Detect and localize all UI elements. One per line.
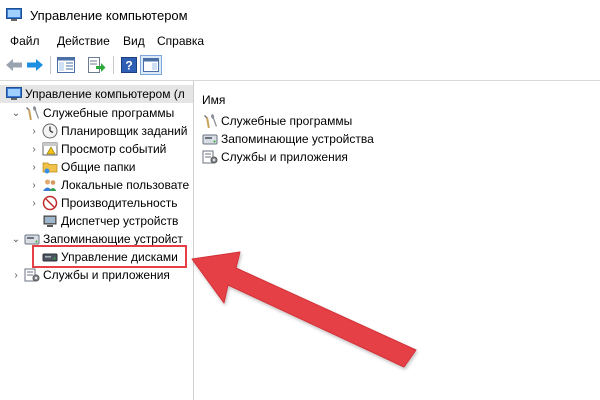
- tree-root[interactable]: Управление компьютером (л: [0, 85, 193, 103]
- svg-text:?: ?: [125, 59, 132, 73]
- help-icon: ?: [121, 57, 137, 73]
- computer-management-icon: [6, 86, 22, 102]
- storage-icon: [202, 131, 218, 147]
- device-manager-icon: [42, 213, 58, 229]
- list-item-label: Запоминающие устройства: [221, 132, 374, 146]
- chevron-right-icon[interactable]: ›: [10, 270, 22, 281]
- toolbar: ?: [0, 51, 600, 81]
- tree-item-label: Служебные программы: [43, 106, 175, 120]
- chevron-right-icon[interactable]: ›: [28, 144, 40, 155]
- toolbar-separator: [113, 56, 114, 74]
- forward-arrow-icon: [27, 59, 43, 71]
- tree-item-services[interactable]: › Службы и приложения: [10, 266, 170, 284]
- computer-management-icon: [6, 8, 22, 21]
- tree-item-shared-folders[interactable]: › Общие папки: [28, 158, 135, 176]
- tree-item-label: Общие папки: [61, 160, 136, 174]
- content-pane: Имя Служебные программы Запоминающие уст…: [194, 81, 600, 400]
- tree-item-label: Производительность: [61, 196, 178, 210]
- tree-item-system-tools[interactable]: ⌄ Служебные программы: [10, 104, 174, 122]
- tree-item-label: Просмотр событий: [61, 142, 167, 156]
- chevron-right-icon[interactable]: ›: [28, 198, 40, 209]
- title-bar: Управление компьютером: [0, 0, 600, 32]
- export-list-button[interactable]: [86, 55, 108, 75]
- tree-item-performance[interactable]: › Производительность: [28, 194, 177, 212]
- tree-item-local-users[interactable]: › Локальные пользовате: [28, 176, 189, 194]
- chevron-right-icon[interactable]: ›: [28, 180, 40, 191]
- back-button[interactable]: [3, 55, 25, 75]
- tree-item-label: Диспетчер устройств: [61, 214, 179, 228]
- clock-icon: [42, 123, 58, 139]
- tools-icon: [24, 105, 40, 121]
- list-item[interactable]: Служебные программы: [202, 112, 352, 130]
- users-icon: [42, 177, 58, 193]
- list-item-label: Службы и приложения: [221, 150, 348, 164]
- tree-item-device-manager[interactable]: Диспетчер устройств: [40, 212, 178, 230]
- services-icon: [24, 267, 40, 283]
- toolbar-separator: [50, 56, 51, 74]
- list-item-label: Служебные программы: [221, 114, 353, 128]
- action-pane-button[interactable]: [140, 55, 162, 75]
- tree-item-label: Планировщик заданий: [61, 124, 188, 138]
- forward-button[interactable]: [24, 55, 46, 75]
- show-hide-console-tree-button[interactable]: [55, 55, 77, 75]
- console-tree: Управление компьютером (л ⌄ Служебные пр…: [0, 81, 194, 400]
- menu-action[interactable]: Действие: [57, 34, 110, 48]
- list-item[interactable]: Запоминающие устройства: [202, 130, 374, 148]
- export-icon: [88, 57, 106, 73]
- list-item[interactable]: Службы и приложения: [202, 148, 348, 166]
- menu-file[interactable]: Файл: [10, 34, 40, 48]
- action-pane-icon: [143, 58, 159, 72]
- chevron-right-icon[interactable]: ›: [28, 126, 40, 137]
- column-header-name[interactable]: Имя: [202, 93, 225, 107]
- highlight-box: [32, 245, 187, 268]
- chevron-down-icon[interactable]: ⌄: [10, 234, 22, 245]
- services-icon: [202, 149, 218, 165]
- help-button[interactable]: ?: [118, 55, 140, 75]
- menu-bar: Файл Действие Вид Справка: [0, 31, 600, 51]
- chevron-down-icon[interactable]: ⌄: [10, 108, 22, 119]
- back-arrow-icon: [6, 59, 22, 71]
- performance-icon: [42, 195, 58, 211]
- tools-icon: [202, 113, 218, 129]
- tree-item-label: Запоминающие устройст: [43, 232, 183, 246]
- tree-item-task-scheduler[interactable]: › Планировщик заданий: [28, 122, 187, 140]
- console-tree-icon: [57, 57, 75, 73]
- shared-folder-icon: [42, 159, 58, 175]
- tree-root-label: Управление компьютером (л: [25, 87, 185, 101]
- event-viewer-icon: [42, 141, 58, 157]
- window-title: Управление компьютером: [30, 8, 188, 23]
- tree-item-label: Локальные пользовате: [61, 178, 190, 192]
- tree-item-label: Службы и приложения: [43, 268, 170, 282]
- menu-view[interactable]: Вид: [123, 34, 145, 48]
- tree-item-event-viewer[interactable]: › Просмотр событий: [28, 140, 166, 158]
- chevron-right-icon[interactable]: ›: [28, 162, 40, 173]
- menu-help[interactable]: Справка: [157, 34, 204, 48]
